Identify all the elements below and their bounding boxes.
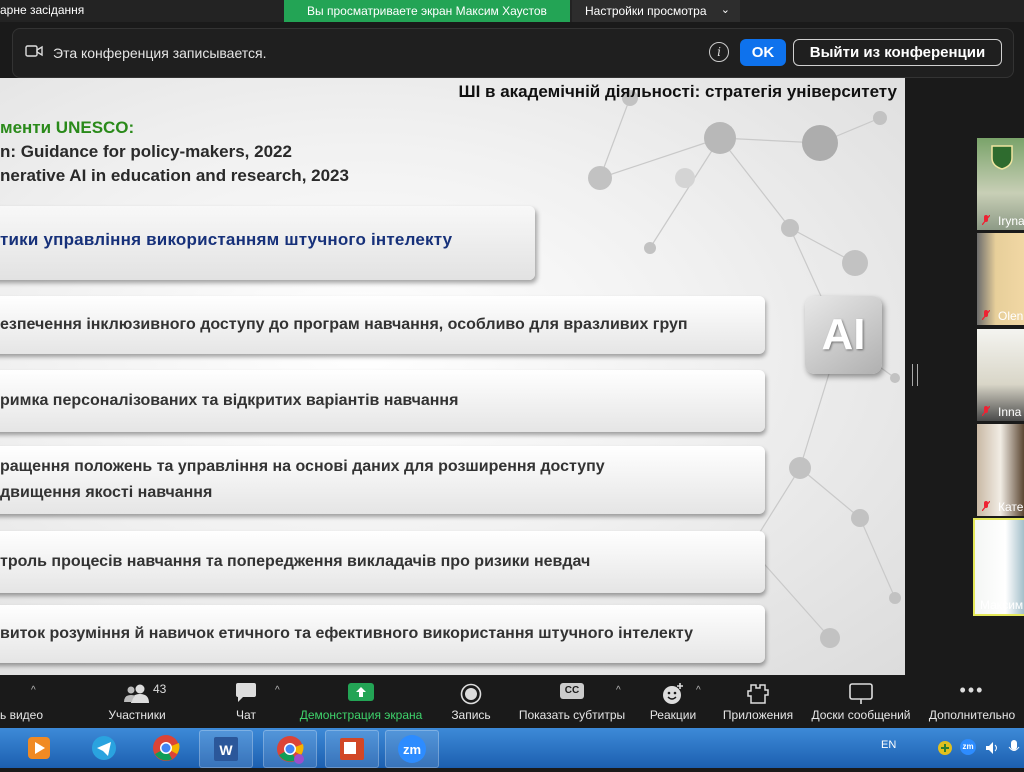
section-heading: тики управління використанням штучного і… [0,230,453,249]
apps-label: Приложения [722,708,794,722]
share-screen-button[interactable]: Демонстрация экрана [296,675,426,728]
word-icon[interactable]: W [199,730,253,768]
whiteboards-label: Доски сообщений [811,708,911,722]
meeting-title: арне засідання [0,3,85,17]
zoom-icon[interactable]: zm [385,730,439,768]
reactions-options-caret[interactable]: ^ [696,685,701,696]
chat-label: Чат [236,708,256,722]
policy-item: ращення положень та управління на основі… [0,446,765,514]
show-captions-label: Показать субтитры [518,708,626,722]
policy-item-text: римка персоналізованих та відкритих варі… [0,392,459,409]
powerpoint-icon[interactable] [325,730,379,768]
mic-muted-icon [982,406,990,416]
mic-tray-icon[interactable] [1008,740,1020,756]
shared-screen-slide: ШІ в академічній діяльності: стратегія у… [0,78,905,675]
record-icon [460,683,482,705]
os-taskbar: W zm EN zm [0,728,1024,768]
participant-name: Iryna [998,214,1024,228]
stop-video-label: ь видео [0,708,44,722]
participants-count: 43 [153,682,167,696]
reactions-emoji-icon [663,683,683,704]
policy-item-text: троль процесів навчання та попередження … [0,553,591,570]
recording-text: Эта конференция записывается. [53,45,267,61]
recording-notice: Эта конференция записывается. i OK Выйти… [12,28,1014,78]
chevron-down-icon: ⌄ [720,4,730,16]
captions-options-caret[interactable]: ^ [616,685,621,696]
video-options-caret[interactable]: ^ [31,685,36,696]
captions-icon: CC [560,683,584,699]
language-indicator[interactable]: EN [881,739,896,751]
reactions-button[interactable]: Реакции [646,675,700,728]
view-options-label: Настройки просмотра [585,4,707,18]
network-status-icon[interactable] [937,740,953,756]
chrome-profile-icon[interactable] [263,730,317,768]
record-label: Запись [451,708,491,722]
participant-name: Кате [998,500,1024,514]
participant-tile[interactable]: Olen [977,233,1024,325]
policy-item-text: виток розуміння й навичок етичного та еф… [0,625,693,642]
unesco-heading: менти UNESCO: [0,118,135,137]
participant-tile[interactable]: Iryna [977,138,1024,230]
university-crest-icon [991,145,1013,170]
ok-button[interactable]: OK [740,39,786,66]
whiteboard-icon [849,683,873,704]
view-options-button[interactable]: Настройки просмотра ⌄ [572,0,740,22]
recording-camera-icon [25,45,43,57]
policy-item: езпечення інклюзивного доступу до програ… [0,296,765,354]
participant-name: Максим [980,598,1024,612]
chat-options-caret[interactable]: ^ [275,685,280,696]
mic-muted-icon [982,501,990,511]
policy-item: виток розуміння й навичок етичного та еф… [0,605,765,663]
reference-line: n: Guidance for policy-makers, 2022 [0,142,292,161]
participant-tile[interactable]: Inna [977,329,1024,421]
apps-icon [747,684,769,704]
show-captions-button[interactable]: CC Показать субтитры [516,675,628,728]
more-dots-icon: ••• [959,680,985,700]
reference-line: nerative AI in education and research, 2… [0,166,349,185]
stop-video-button[interactable]: ь видео [0,675,52,728]
chat-icon [236,683,256,702]
leave-meeting-button[interactable]: Выйти из конференции [793,39,1002,66]
participant-name: Inna [998,405,1022,419]
participant-name: Olen [998,309,1024,323]
participant-tile[interactable]: Кате [977,424,1024,516]
share-screen-icon [348,683,374,701]
mic-muted-icon [982,215,990,225]
volume-icon[interactable] [985,741,1001,755]
chrome-icon[interactable] [140,730,192,766]
more-label: Дополнительно [928,708,1016,722]
share-status-banner: Вы просматриваете экран Максим Хаустов [284,0,570,22]
zoom-icon-label: zm [403,742,421,757]
slide-title: ШІ в академічній діяльності: стратегія у… [458,82,898,101]
participants-label: Участники [108,708,166,722]
apps-button[interactable]: Приложения [718,675,798,728]
policy-item-text: ращення положень та управління на основі… [0,458,605,475]
svg-text:W: W [219,742,233,758]
policy-item: троль процесів навчання та попередження … [0,531,765,593]
section-heading-box: тики управління використанням штучного і… [0,206,535,280]
chat-button[interactable]: Чат [226,675,266,728]
telegram-icon[interactable] [78,730,130,766]
whiteboards-button[interactable]: Доски сообщений [806,675,916,728]
participant-tile-active-speaker[interactable]: Максим [973,518,1024,616]
top-strip: арне засідання Вы просматриваете экран М… [0,0,1024,22]
media-player-icon[interactable] [12,730,64,766]
zoom-tray-icon[interactable]: zm [960,739,976,755]
meeting-toolbar: ь видео ^ Участники 43 Чат ^ Демонстраци… [0,675,1024,728]
participants-icon [124,684,149,703]
record-button[interactable]: Запись [447,675,495,728]
share-screen-label: Демонстрация экрана [299,708,423,722]
gallery-resize-handle[interactable] [912,364,918,386]
more-button[interactable]: ••• Дополнительно [925,675,1019,728]
info-icon[interactable]: i [709,42,729,62]
policy-item: римка персоналізованих та відкритих варі… [0,370,765,432]
policy-item-text: двищення якості навчання [0,484,213,501]
mic-muted-icon [982,310,990,320]
ai-badge-icon: AI [805,296,882,374]
reactions-label: Реакции [649,708,697,722]
policy-item-text: езпечення інклюзивного доступу до програ… [0,316,688,333]
